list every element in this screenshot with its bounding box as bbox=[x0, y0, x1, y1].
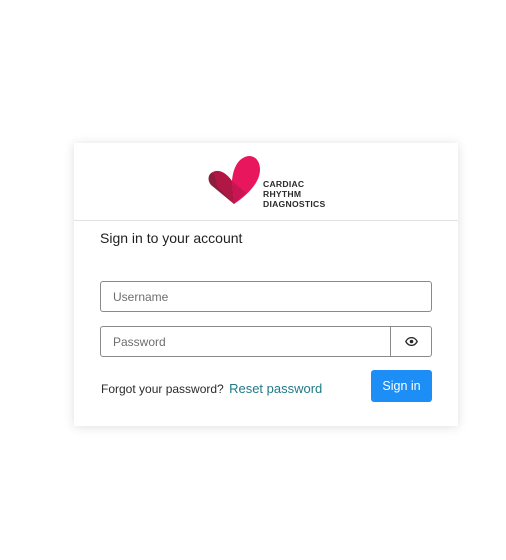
eye-icon bbox=[404, 337, 418, 346]
sign-in-button[interactable]: Sign in bbox=[371, 370, 432, 402]
login-card: CARDIAC RHYTHM DIAGNOSTICS Sign in to yo… bbox=[74, 143, 458, 426]
brand-line-1: CARDIAC bbox=[263, 179, 305, 189]
forgot-password-row: Forgot your password? Reset password bbox=[101, 381, 322, 396]
brand-logo: CARDIAC RHYTHM DIAGNOSTICS bbox=[206, 154, 330, 210]
username-field-wrapper bbox=[100, 281, 432, 312]
card-header: CARDIAC RHYTHM DIAGNOSTICS bbox=[74, 143, 458, 221]
reset-password-link[interactable]: Reset password bbox=[229, 381, 322, 396]
toggle-password-visibility-button[interactable] bbox=[390, 327, 431, 356]
brand-line-2: RHYTHM bbox=[263, 189, 302, 199]
username-input[interactable] bbox=[101, 282, 431, 311]
password-input[interactable] bbox=[101, 327, 392, 356]
heart-logo-icon bbox=[208, 156, 260, 204]
forgot-password-text: Forgot your password? bbox=[101, 382, 224, 396]
brand-line-3: DIAGNOSTICS bbox=[263, 199, 326, 209]
brand-name: CARDIAC RHYTHM DIAGNOSTICS bbox=[263, 179, 325, 209]
page-title: Sign in to your account bbox=[100, 230, 243, 246]
password-field-wrapper bbox=[100, 326, 432, 357]
